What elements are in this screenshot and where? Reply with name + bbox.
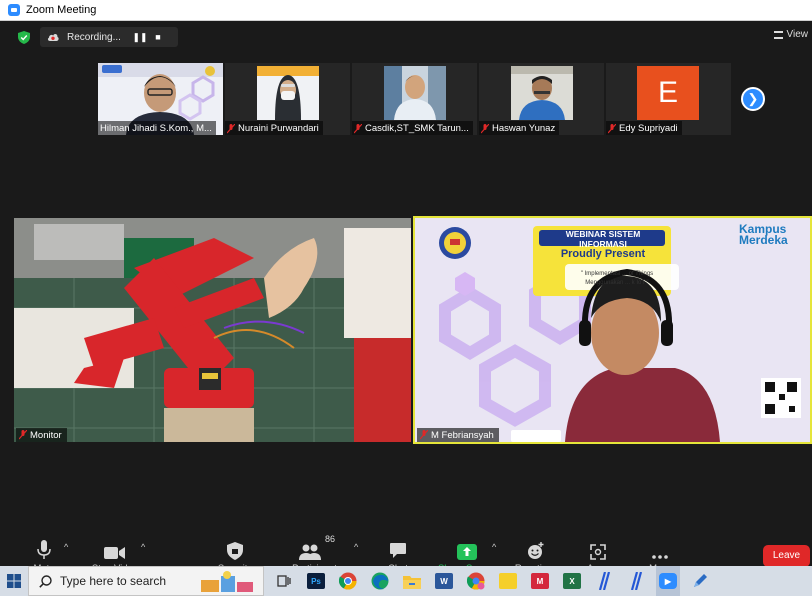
taskbar-app-blue-1[interactable] <box>592 566 616 596</box>
search-placeholder: Type here to search <box>60 574 167 588</box>
participant-video <box>384 66 446 120</box>
muted-mic-icon <box>420 430 428 440</box>
file-explorer-icon <box>403 575 421 589</box>
view-label: View <box>786 29 809 40</box>
muted-mic-icon <box>481 123 489 133</box>
slide-brand-logo: Kampus Merdeka <box>739 222 788 247</box>
view-button[interactable]: View <box>773 29 809 40</box>
task-view-icon <box>277 575 291 587</box>
recording-label: Recording... <box>67 31 121 43</box>
windows-taskbar: Type here to search Ps W M X ▶ <box>0 566 812 596</box>
leave-meeting-button[interactable]: Leave <box>763 545 810 567</box>
slide-banner-subtitle: Proudly Present <box>560 248 646 260</box>
participant-thumb-2[interactable]: Nuraini Purwandari <box>225 63 350 135</box>
chrome-icon <box>339 572 357 590</box>
drawing-app-icon <box>694 574 707 587</box>
taskbar-app-blue-2[interactable] <box>624 566 648 596</box>
slide-banner-title: WEBINAR SISTEM INFORMASI <box>565 229 641 249</box>
participant-name: Haswan Yunaz <box>479 121 560 135</box>
taskbar-app-red[interactable]: M <box>528 566 552 596</box>
participant-name: Hilman Jihadi S.Kom., M... <box>98 121 216 135</box>
windows-logo-icon <box>7 574 21 588</box>
slide-topic-line2: Menggunakan ... k IoT " <box>585 280 649 286</box>
participant-name: Edy Supriyadi <box>606 121 682 135</box>
video-options-caret[interactable]: ^ <box>141 542 145 552</box>
taskbar-app-pen[interactable] <box>688 566 712 596</box>
zoom-icon: ▶ <box>659 573 677 589</box>
encryption-shield-icon[interactable] <box>18 31 30 44</box>
video-tile-monitor[interactable]: Monitor <box>14 218 411 442</box>
red-app-icon: M <box>531 573 549 589</box>
meeting-area: Recording... ❚❚ ■ View Hilman Jihadi S.K… <box>0 21 812 587</box>
view-grid-icon <box>773 30 783 39</box>
participants-icon <box>298 544 321 560</box>
participant-name: M Febriansyah <box>417 428 499 442</box>
pen-app-icon <box>598 572 611 590</box>
photoshop-icon: Ps <box>307 573 325 589</box>
participant-thumb-3[interactable]: Casdik,ST_SMK Tarun... <box>352 63 477 135</box>
participant-avatar: E <box>637 66 699 120</box>
security-shield-icon <box>227 542 243 560</box>
participant-video <box>511 66 573 120</box>
participants-options-caret[interactable]: ^ <box>354 542 358 552</box>
muted-mic-icon <box>354 123 362 133</box>
taskbar-app-chrome-2[interactable] <box>464 566 488 596</box>
taskbar-app-zoom[interactable]: ▶ <box>656 566 680 596</box>
apps-icon <box>590 544 606 560</box>
search-highlight-illustration <box>201 571 253 592</box>
reactions-emoji-icon <box>528 542 544 559</box>
taskbar-app-sticky-notes[interactable] <box>496 566 520 596</box>
window-titlebar: Zoom Meeting <box>0 0 812 21</box>
sticky-notes-icon <box>499 573 517 589</box>
audio-options-caret[interactable]: ^ <box>64 542 68 552</box>
taskbar-app-edge[interactable] <box>368 566 392 596</box>
participant-name: Nuraini Purwandari <box>225 121 323 135</box>
taskbar-app-word[interactable]: W <box>432 566 456 596</box>
edge-icon <box>371 572 389 590</box>
participant-name: Casdik,ST_SMK Tarun... <box>352 121 473 135</box>
windows-start-button[interactable] <box>0 566 28 596</box>
participant-thumb-5[interactable]: E Edy Supriyadi <box>606 63 731 135</box>
next-page-arrow-button[interactable]: ❯ <box>741 87 765 111</box>
participants-count: 86 <box>324 534 335 544</box>
share-screen-icon <box>457 544 477 560</box>
participant-video <box>257 66 319 120</box>
muted-mic-icon <box>19 430 27 440</box>
recording-indicator: Recording... ❚❚ ■ <box>40 27 178 47</box>
muted-mic-icon <box>608 123 616 133</box>
participant-name: Monitor <box>16 428 67 442</box>
monitor-video <box>14 218 411 442</box>
taskbar-app-file-explorer[interactable] <box>400 566 424 596</box>
zoom-app-icon <box>8 4 20 16</box>
taskbar-app-photoshop[interactable]: Ps <box>304 566 328 596</box>
chat-bubble-icon <box>390 543 406 558</box>
microphone-icon <box>37 540 51 559</box>
more-ellipsis-icon <box>652 555 668 559</box>
share-options-caret[interactable]: ^ <box>492 542 496 552</box>
muted-mic-icon <box>227 123 235 133</box>
taskbar-search-box[interactable]: Type here to search <box>28 566 264 596</box>
excel-icon: X <box>563 573 581 589</box>
participant-strip: Hilman Jihadi S.Kom., M... Nuraini Purwa… <box>98 63 731 135</box>
search-icon <box>39 574 52 588</box>
pen-app-2-icon <box>630 572 643 590</box>
taskbar-app-chrome[interactable] <box>336 566 360 596</box>
chrome-profile-icon <box>467 572 485 590</box>
participant-thumb-1[interactable]: Hilman Jihadi S.Kom., M... <box>98 63 223 135</box>
taskbar-task-view-button[interactable] <box>272 566 296 596</box>
stop-recording-button[interactable]: ■ <box>149 32 167 42</box>
participant-thumb-4[interactable]: Haswan Yunaz <box>479 63 604 135</box>
slide-topic-line1: " Implementasi ... of Things <box>580 271 654 277</box>
taskbar-app-excel[interactable]: X <box>560 566 584 596</box>
word-icon: W <box>435 573 453 589</box>
cloud-recording-icon <box>47 34 59 41</box>
window-title: Zoom Meeting <box>26 4 97 16</box>
video-tile-active-speaker[interactable]: WEBINAR SISTEM INFORMASI Proudly Present… <box>413 216 812 444</box>
pause-recording-button[interactable]: ❚❚ <box>131 32 149 43</box>
video-camera-icon <box>104 547 125 559</box>
